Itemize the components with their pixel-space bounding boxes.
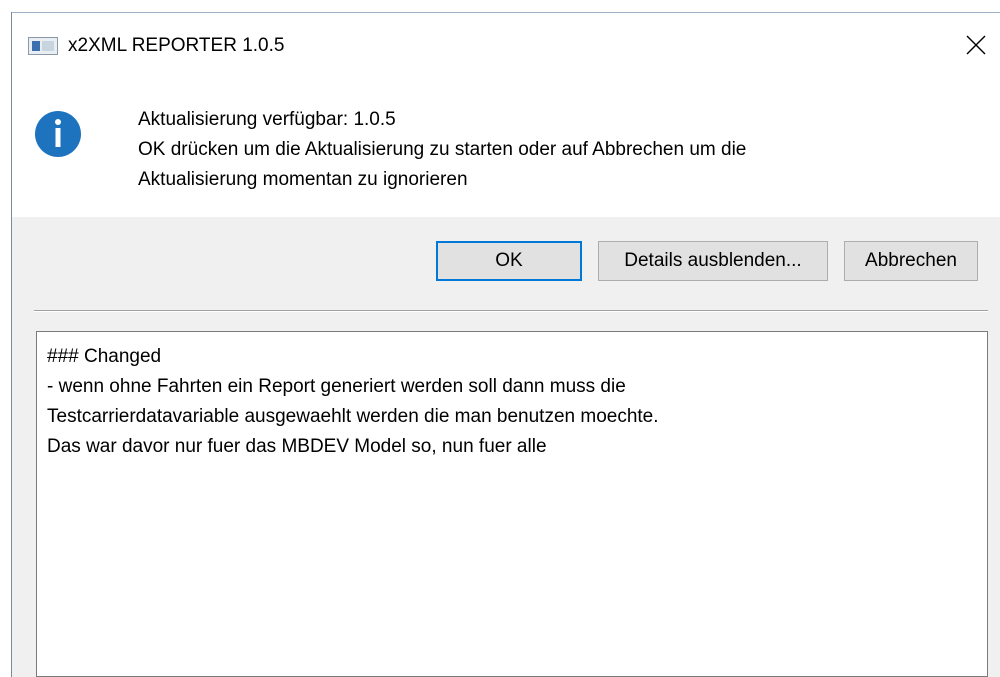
app-window-icon [28, 37, 58, 55]
close-button[interactable] [952, 23, 1000, 67]
app-icon-pane-left [32, 41, 40, 51]
update-dialog: x2XML REPORTER 1.0.5 Aktualisierung verf… [12, 13, 1000, 677]
info-icon [35, 111, 81, 157]
screen: x2XML REPORTER 1.0.5 Aktualisierung verf… [0, 0, 1000, 677]
title-bar: x2XML REPORTER 1.0.5 [12, 13, 1000, 75]
button-panel: OK Details ausblenden... Abbrechen ### C… [12, 217, 1000, 677]
separator-highlight [34, 311, 988, 312]
details-line: - wenn ohne Fahrten ein Report generiert… [47, 376, 626, 397]
app-icon-pane-right [42, 41, 54, 51]
message-area: Aktualisierung verfügbar: 1.0.5 OK drück… [12, 75, 1000, 217]
ok-button[interactable]: OK [436, 241, 582, 281]
message-line-version: Aktualisierung verfügbar: 1.0.5 [138, 109, 396, 130]
window-title: x2XML REPORTER 1.0.5 [68, 35, 285, 56]
cancel-button[interactable]: Abbrechen [844, 241, 978, 281]
message-line-instruction: OK drücken um die Aktualisierung zu star… [138, 139, 747, 160]
details-line: ### Changed [47, 346, 162, 367]
message-text: Aktualisierung verfügbar: 1.0.5 OK drück… [138, 105, 746, 195]
close-icon [966, 35, 986, 55]
background-window-edge [0, 0, 1000, 12]
details-textarea[interactable]: ### Changed - wenn ohne Fahrten ein Repo… [36, 331, 988, 677]
hide-details-button[interactable]: Details ausblenden... [598, 241, 828, 281]
details-line: Testcarrierdatavariable ausgewaehlt werd… [47, 406, 659, 427]
message-line-instruction-cont: Aktualisierung momentan zu ignorieren [138, 169, 468, 190]
details-line: Das war davor nur fuer das MBDEV Model s… [47, 436, 547, 457]
